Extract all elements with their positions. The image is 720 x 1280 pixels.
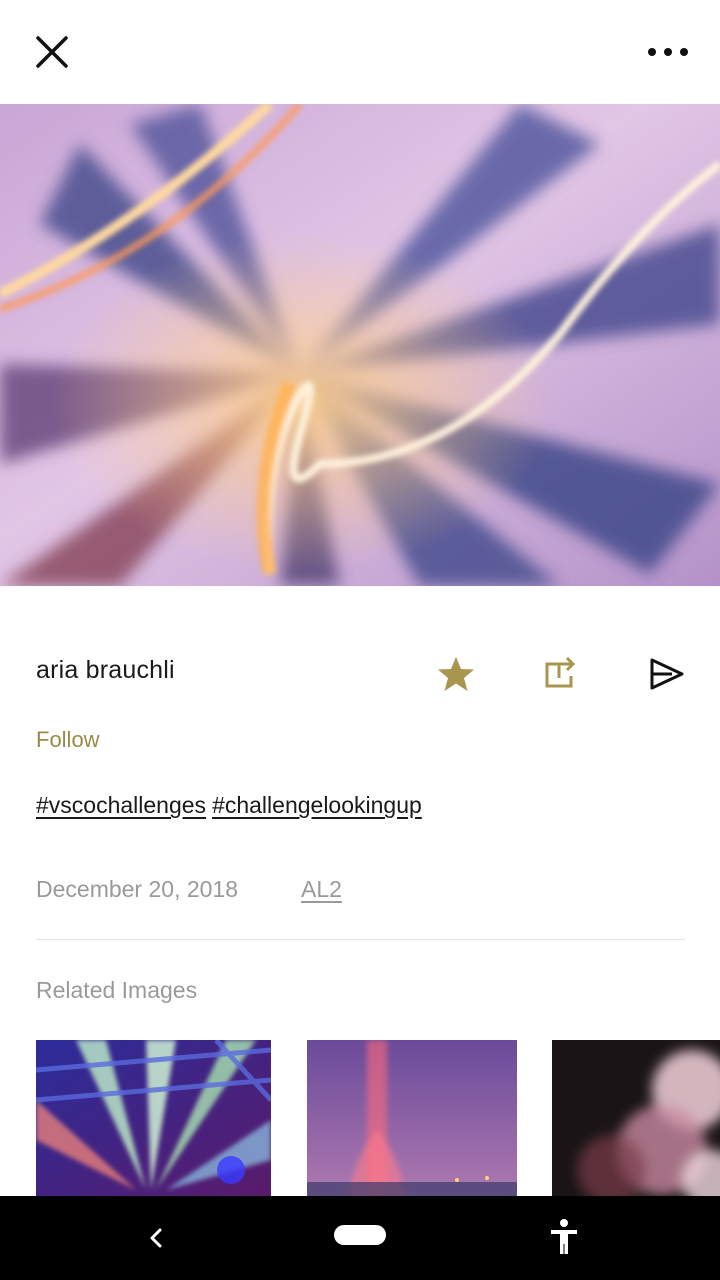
send-icon[interactable]: [644, 652, 688, 696]
username[interactable]: aria brauchli: [36, 656, 175, 685]
repost-icon[interactable]: [539, 652, 583, 696]
divider: [36, 939, 685, 940]
follow-button[interactable]: Follow: [36, 727, 100, 753]
close-icon[interactable]: [30, 30, 74, 74]
related-image[interactable]: [307, 1040, 517, 1200]
more-options-icon[interactable]: [640, 36, 696, 68]
post-date: December 20, 2018: [36, 876, 239, 902]
back-chevron-icon[interactable]: [140, 1218, 172, 1258]
post-image[interactable]: [0, 104, 720, 586]
star-icon[interactable]: [434, 652, 478, 696]
top-bar: [0, 0, 720, 104]
hashtag-list: #vscochallenges #challengelookingup: [36, 792, 422, 819]
related-images-title: Related Images: [36, 977, 198, 1003]
home-pill-icon[interactable]: [334, 1225, 386, 1245]
hashtag-link[interactable]: #vscochallenges: [36, 792, 206, 818]
related-image[interactable]: [552, 1040, 720, 1200]
system-navigation-bar: [0, 1196, 720, 1280]
accessibility-icon[interactable]: [546, 1214, 582, 1262]
hashtag-link[interactable]: #challengelookingup: [212, 792, 422, 818]
related-image[interactable]: [36, 1040, 271, 1200]
preset-link[interactable]: AL2: [301, 876, 342, 903]
